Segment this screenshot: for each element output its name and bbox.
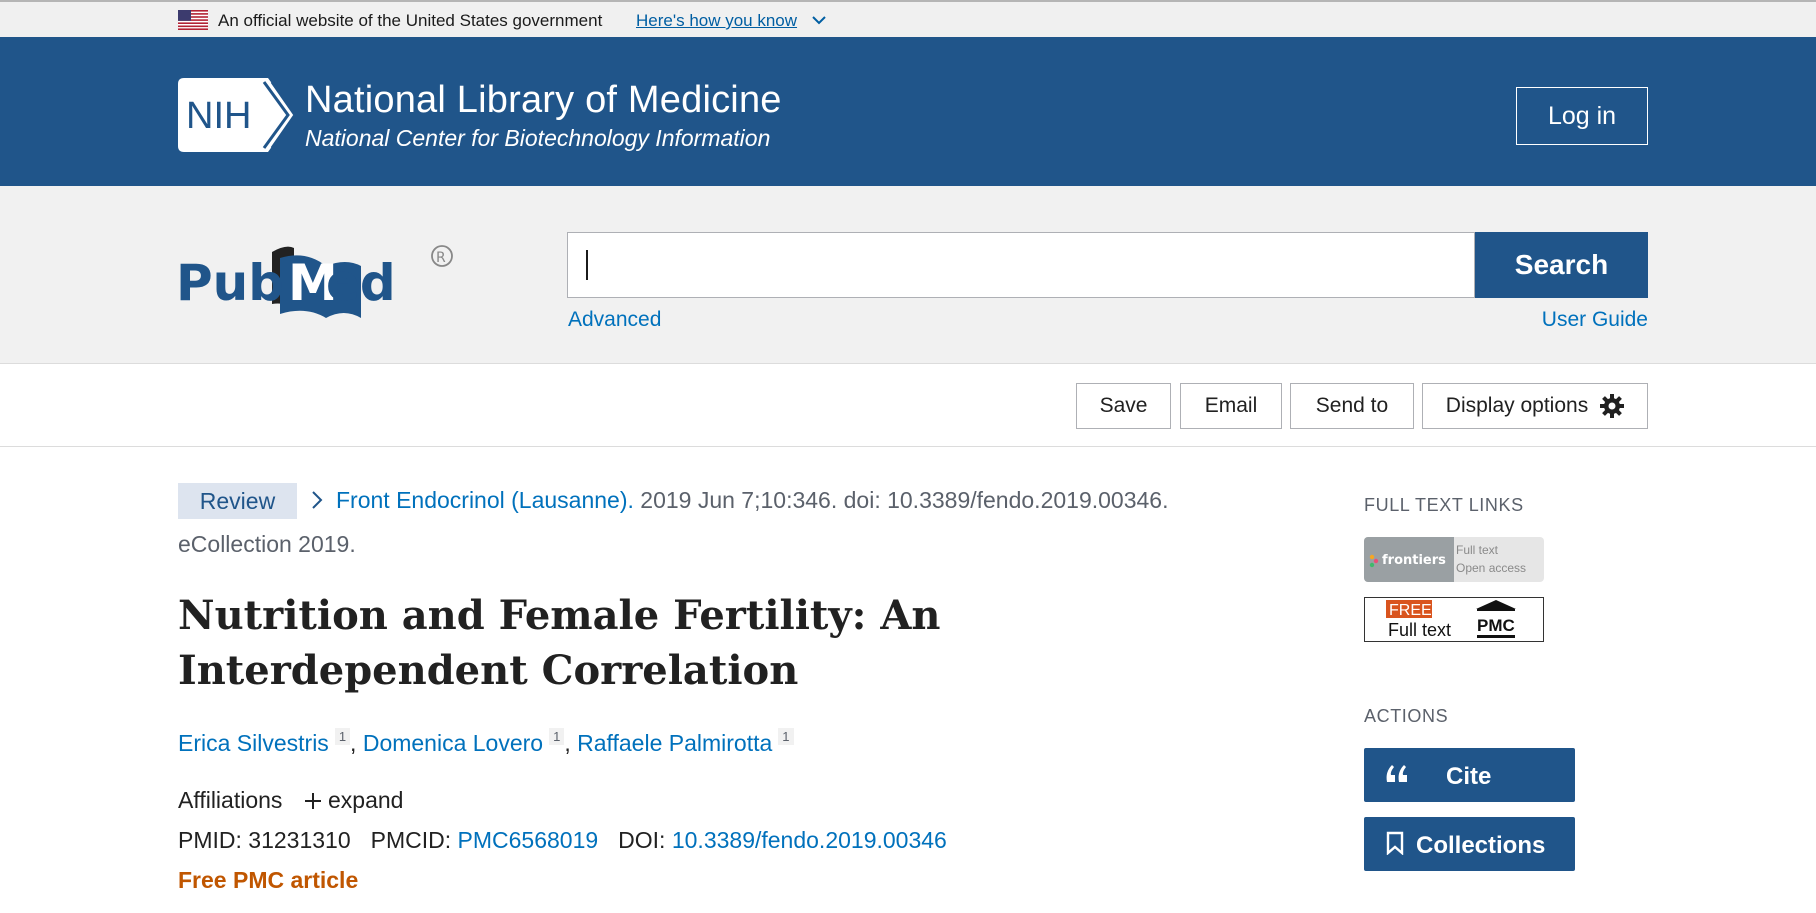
search-input[interactable] [567, 232, 1475, 298]
display-options-label: Display options [1445, 394, 1589, 417]
pmcid-link[interactable]: PMC6568019 [458, 827, 599, 853]
frontiers-full-text-link[interactable]: frontiers Full text Open access [1364, 537, 1544, 582]
actions-heading: ACTIONS [1364, 706, 1449, 726]
nih-header: NIH National Library of Medicine Nationa… [0, 37, 1816, 186]
pmid-label: PMID: [178, 827, 242, 853]
gear-icon [1600, 394, 1625, 418]
svg-text:R: R [436, 250, 446, 266]
ecollection-text: eCollection 2019. [178, 531, 356, 557]
chevron-down-icon[interactable] [812, 15, 826, 25]
full-text-links-heading: FULL TEXT LINKS [1364, 495, 1524, 515]
cite-label: Cite [1446, 763, 1492, 790]
author-link[interactable]: Domenica Lovero [363, 730, 543, 756]
cite-button[interactable]: Cite [1364, 748, 1575, 802]
user-guide-link[interactable]: User Guide [1542, 308, 1648, 332]
frontiers-brand: frontiers [1382, 553, 1446, 568]
journal-link[interactable]: Front Endocrinol (Lausanne). [336, 487, 634, 513]
frontiers-line1: Full text [1456, 543, 1499, 557]
affiliation-number[interactable]: 1 [778, 728, 794, 745]
affiliation-number[interactable]: 1 [334, 728, 351, 745]
pmc-brand: PMC [1477, 616, 1515, 635]
gov-banner-text: An official website of the United States… [218, 11, 603, 30]
article-title: Nutrition and Female Fertility: An Inter… [178, 592, 941, 694]
nih-logo[interactable]: NIH [178, 78, 295, 152]
article-toolbar: Save Email Send to Display options [0, 364, 1816, 447]
review-badge: Review [178, 483, 297, 519]
plus-icon [305, 793, 321, 809]
gov-banner: An official website of the United States… [0, 0, 1816, 37]
affiliation-number[interactable]: 1 [549, 728, 565, 745]
pmc-free-label: FREE [1389, 602, 1432, 619]
chevron-right-icon [312, 491, 323, 509]
journal-citation: Front Endocrinol (Lausanne). 2019 Jun 7;… [336, 487, 1168, 514]
site-subtitle: National Center for Biotechnology Inform… [305, 125, 771, 151]
affiliations-label: Affiliations [178, 787, 283, 813]
article-identifiers: PMID: 31231310 PMCID: PMC6568019 DOI: 10.3… [178, 827, 947, 854]
doi-label: DOI: [618, 827, 666, 853]
search-band: Pub M ed R Search Advanced User Guide [0, 186, 1816, 364]
email-button-label: Email [1204, 394, 1258, 417]
nih-logo-text: NIH [186, 95, 251, 137]
save-button-label: Save [1099, 394, 1148, 417]
expand-affiliations-button[interactable]: expand [304, 787, 403, 814]
email-button[interactable]: Email [1180, 383, 1282, 429]
search-button[interactable]: Search [1475, 232, 1648, 298]
author-link[interactable]: Erica Silvestris [178, 730, 329, 756]
expand-label: expand [328, 787, 404, 813]
svg-text:Pub: Pub [176, 254, 284, 312]
svg-text:ed: ed [326, 254, 396, 312]
author-link[interactable]: Raffaele Palmirotta [577, 730, 772, 756]
citation-details: 2019 Jun 7;10:346. doi: 10.3389/fendo.20… [633, 487, 1169, 513]
doi-link[interactable]: 10.3389/fendo.2019.00346 [672, 827, 947, 853]
pmc-full-text-label: Full text [1388, 620, 1451, 640]
pmcid-label: PMCID: [370, 827, 452, 853]
save-button[interactable]: Save [1076, 383, 1171, 429]
collections-label: Collections [1416, 832, 1546, 859]
pmc-full-text-link[interactable]: FREE Full text PMC [1364, 597, 1544, 642]
author-list: Erica Silvestris 1, Domenica Lovero 1, Raf… [178, 728, 794, 757]
pubmed-logo[interactable]: Pub M ed R [176, 222, 460, 322]
us-flag-icon [178, 10, 208, 30]
display-options-button[interactable]: Display options [1422, 383, 1648, 429]
pmid-value: 31231310 [248, 827, 351, 853]
send-to-button[interactable]: Send to [1290, 383, 1414, 429]
login-button[interactable]: Log in [1516, 87, 1648, 145]
send-to-button-label: Send to [1315, 394, 1389, 417]
collections-button[interactable]: Collections [1364, 817, 1575, 871]
site-title[interactable]: National Library of Medicine [305, 79, 782, 122]
frontiers-line2: Open access [1456, 561, 1526, 575]
how-you-know-link[interactable]: Here's how you know [636, 11, 797, 31]
bookmark-icon [1386, 831, 1404, 855]
advanced-search-link[interactable]: Advanced [568, 308, 661, 332]
quote-icon [1386, 765, 1407, 782]
text-caret [586, 250, 588, 280]
free-pmc-label: Free PMC article [178, 867, 359, 893]
